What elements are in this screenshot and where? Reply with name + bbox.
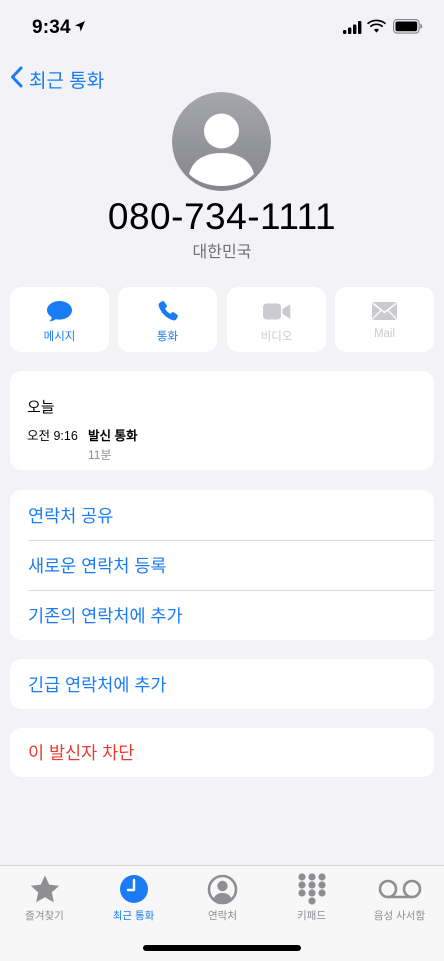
tab-favorites-label: 즐겨찾기	[25, 910, 64, 922]
country-label: 대한민국	[192, 244, 252, 261]
mail-label: Mail	[373, 328, 396, 340]
back-label: 최근 통화	[29, 70, 105, 92]
video-button[interactable]: 비디오	[227, 287, 326, 352]
person-silhouette-icon	[172, 92, 271, 191]
create-new-contact-label: 새로운 연락처 등록	[28, 555, 167, 576]
cellular-signal-icon	[343, 21, 362, 39]
tab-favorites[interactable]: 즐겨찾기	[0, 866, 89, 936]
call-button[interactable]: 통화	[118, 287, 217, 352]
voicemail-icon	[378, 873, 422, 905]
share-contact-button[interactable]: 연락처 공유	[10, 490, 434, 540]
contact-avatar	[172, 92, 271, 191]
phone-icon	[157, 300, 179, 322]
person-circle-icon	[207, 873, 238, 905]
star-icon	[29, 873, 61, 905]
tab-keypad[interactable]: 키패드	[267, 866, 356, 936]
add-to-existing-contact-label: 기존의 연락처에 추가	[28, 605, 183, 626]
create-new-contact-button[interactable]: 새로운 연락처 등록	[10, 540, 434, 590]
emergency-contact-card: 긴급 연락처에 추가	[10, 659, 434, 709]
contact-options-card: 연락처 공유 새로운 연락처 등록 기존의 연락처에 추가	[10, 490, 434, 640]
clock-icon	[119, 873, 149, 905]
add-emergency-contact-button[interactable]: 긴급 연락처에 추가	[10, 659, 434, 709]
status-bar: 9:34	[0, 0, 444, 54]
video-camera-icon	[262, 300, 291, 322]
block-caller-button[interactable]: 이 발신자 차단	[10, 728, 434, 777]
message-button[interactable]: 메시지	[10, 287, 109, 352]
home-indicator	[143, 945, 301, 951]
call-label: 통화	[156, 331, 179, 343]
call-time: 오전 9:16	[27, 429, 78, 443]
recent-call-card: 오늘 오전 9:16 발신 통화 11분	[10, 371, 434, 470]
tab-contacts-label: 연락처	[208, 910, 237, 922]
wifi-icon	[367, 19, 386, 39]
location-arrow-icon	[74, 20, 86, 38]
tab-contacts[interactable]: 연락처	[178, 866, 267, 936]
tab-recents[interactable]: 최근 통화	[89, 866, 178, 936]
status-time: 9:34	[32, 17, 71, 38]
call-type: 발신 통화	[88, 429, 138, 443]
tab-recents-label: 최근 통화	[112, 910, 155, 922]
keypad-icon	[297, 873, 327, 905]
video-label: 비디오	[260, 331, 293, 343]
battery-icon	[393, 19, 423, 39]
mail-envelope-icon	[371, 300, 398, 322]
mail-button[interactable]: Mail	[335, 287, 434, 352]
tab-voicemail[interactable]: 음성 사서함	[355, 866, 444, 936]
phone-number: 080-734-1111	[107, 196, 337, 237]
message-bubble-icon	[46, 300, 73, 322]
back-button[interactable]: 최근 통화	[10, 64, 104, 94]
tab-keypad-label: 키패드	[297, 910, 326, 922]
message-label: 메시지	[43, 331, 76, 343]
add-to-existing-contact-button[interactable]: 기존의 연락처에 추가	[10, 590, 434, 640]
call-duration: 11분	[88, 448, 112, 462]
block-caller-label: 이 발신자 차단	[28, 743, 135, 763]
recent-date-heading: 오늘	[27, 399, 55, 416]
action-buttons: 메시지 통화 비디오 Mail	[10, 287, 434, 352]
share-contact-label: 연락처 공유	[28, 505, 114, 526]
add-emergency-contact-label: 긴급 연락처에 추가	[28, 674, 167, 695]
block-caller-card: 이 발신자 차단	[10, 728, 434, 777]
tab-voicemail-label: 음성 사서함	[373, 910, 426, 922]
chevron-left-icon	[10, 66, 23, 93]
